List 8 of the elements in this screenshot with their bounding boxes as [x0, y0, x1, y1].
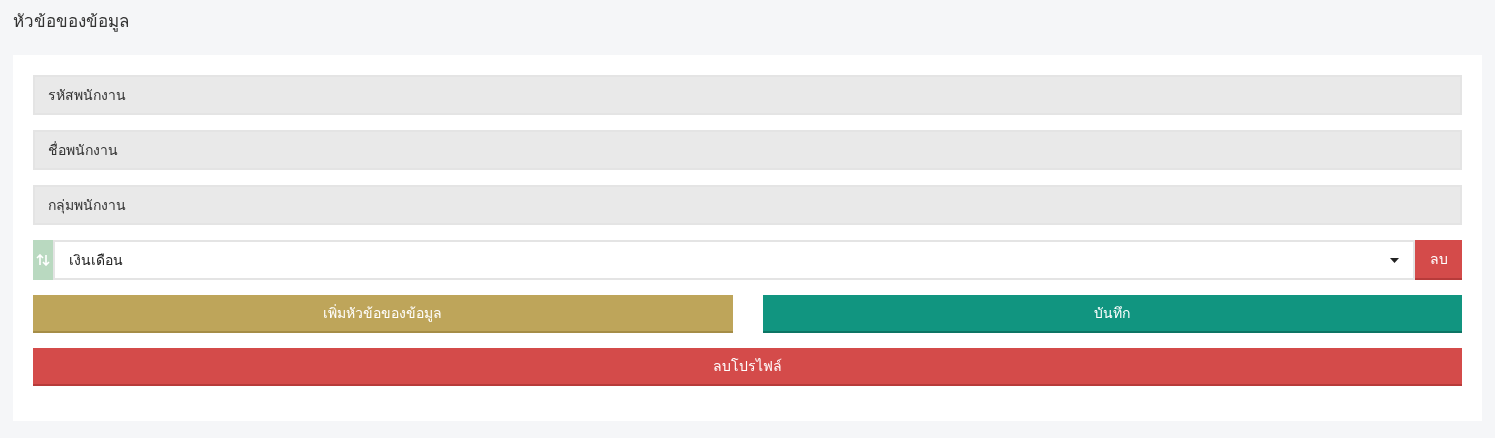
delete-button[interactable]: ลบ — [1415, 240, 1462, 280]
save-button[interactable]: บันทึก — [762, 295, 1462, 333]
sort-arrows-icon — [36, 254, 50, 266]
caret-icon — [1390, 257, 1399, 263]
delete-profile-button[interactable]: ลบโปรไฟล์ — [33, 348, 1462, 386]
section-title: หัวข้อของข้อมูล — [13, 10, 130, 34]
drag-handle[interactable] — [33, 240, 53, 280]
dropdown[interactable]: เงินเดือน — [53, 240, 1415, 280]
